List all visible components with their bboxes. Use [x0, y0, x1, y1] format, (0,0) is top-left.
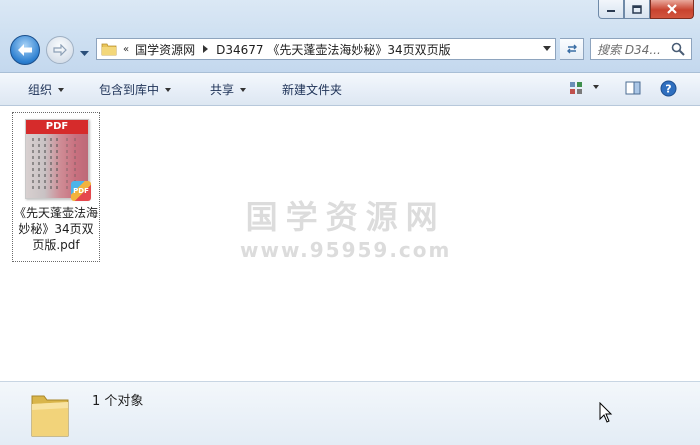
include-in-library-label: 包含到库中: [99, 83, 160, 97]
refresh-icon: [566, 44, 577, 54]
preview-pane-button[interactable]: [625, 80, 641, 99]
chevron-down-icon: [58, 87, 65, 92]
share-label: 共享: [210, 83, 235, 97]
close-icon: [667, 4, 677, 14]
window-controls: [598, 0, 694, 19]
watermark-title: 国学资源网: [245, 198, 446, 236]
chevron-down-icon: [80, 51, 89, 56]
arrow-left-icon: [18, 44, 32, 56]
refresh-button[interactable]: [560, 38, 584, 60]
watermark-url: www.95959.com: [240, 238, 452, 262]
address-bar[interactable]: « 国学资源网 D34677 《先天蓬壶法海妙秘》34页双页版: [96, 38, 556, 60]
recent-pages-button[interactable]: [80, 46, 89, 60]
chevron-down-icon: [240, 87, 247, 92]
share-menu[interactable]: 共享: [210, 81, 247, 98]
command-bar: 组织 包含到库中 共享 新建文件夹 ?: [0, 73, 700, 106]
search-placeholder: 搜索 D34...: [597, 42, 661, 57]
details-pane: 1 个对象: [0, 381, 700, 445]
chevron-down-icon: [593, 85, 599, 89]
change-view-button[interactable]: [568, 80, 584, 99]
folder-icon: [31, 395, 69, 437]
organize-label: 组织: [28, 83, 53, 97]
view-grid-icon: [570, 82, 582, 94]
chevron-down-icon: [165, 87, 172, 92]
address-history-dropdown[interactable]: [543, 46, 551, 51]
new-folder-button[interactable]: 新建文件夹: [282, 81, 342, 98]
breadcrumb-arrow-icon[interactable]: [203, 45, 209, 53]
watermark: 国学资源网 www.95959.com: [240, 192, 451, 262]
file-item-pdf[interactable]: PDF PDF 《先天蓬壶法海妙秘》34页双页版.pdf: [12, 112, 100, 262]
svg-text:?: ?: [665, 83, 671, 96]
include-in-library-menu[interactable]: 包含到库中: [99, 81, 172, 98]
minimize-icon: [607, 10, 615, 12]
item-count: 1 个对象: [92, 394, 144, 409]
breadcrumb-overflow[interactable]: «: [123, 44, 129, 55]
pdf-thumbnail-label: PDF: [26, 120, 88, 134]
pdf-file-icon: PDF: [71, 181, 91, 201]
search-input[interactable]: 搜索 D34...: [590, 38, 692, 60]
folder-icon: [101, 43, 117, 56]
search-icon: [671, 42, 685, 56]
breadcrumb-item[interactable]: 国学资源网: [135, 41, 195, 58]
pdf-badge-label: PDF: [73, 187, 89, 195]
arrow-right-icon: [53, 44, 67, 56]
minimize-button[interactable]: [598, 0, 624, 19]
mouse-cursor-icon: [599, 402, 613, 423]
organize-menu[interactable]: 组织: [28, 81, 65, 98]
title-bar: « 国学资源网 D34677 《先天蓬壶法海妙秘》34页双页版 搜索 D34..…: [0, 0, 700, 73]
help-button[interactable]: ?: [660, 80, 677, 100]
maximize-button[interactable]: [624, 0, 650, 19]
forward-button[interactable]: [46, 36, 74, 64]
breadcrumb-item-current[interactable]: D34677 《先天蓬壶法海妙秘》34页双页版: [216, 41, 451, 58]
file-list[interactable]: 国学资源网 www.95959.com PDF PDF 《先天蓬壶法海妙秘》34…: [0, 106, 700, 381]
file-name[interactable]: 《先天蓬壶法海妙秘》34页双页版.pdf: [13, 205, 99, 253]
view-options-dropdown[interactable]: [593, 85, 599, 89]
back-button[interactable]: [10, 35, 40, 65]
maximize-icon: [632, 4, 642, 14]
help-icon: ?: [660, 80, 677, 97]
new-folder-label: 新建文件夹: [282, 83, 343, 97]
explorer-window: « 国学资源网 D34677 《先天蓬壶法海妙秘》34页双页版 搜索 D34..…: [0, 0, 700, 445]
close-button[interactable]: [650, 0, 694, 19]
preview-pane-icon: [625, 81, 641, 95]
